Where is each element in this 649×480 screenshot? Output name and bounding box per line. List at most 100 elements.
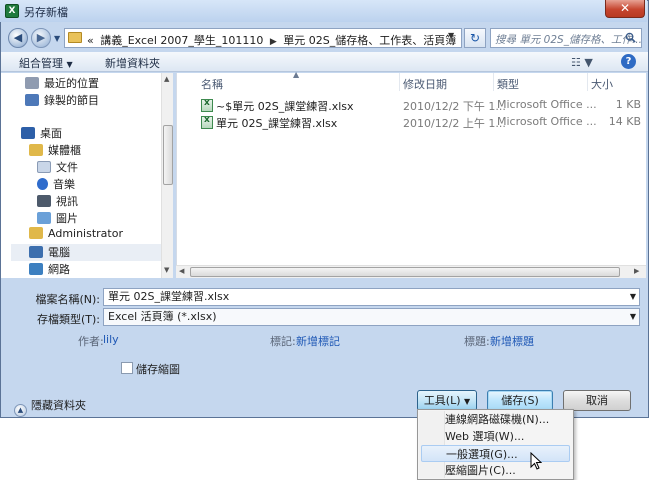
file-list-scroll-thumb[interactable] (190, 267, 620, 277)
breadcrumb-item-course[interactable]: 講義_Excel 2007_學生_101110 (100, 34, 263, 47)
breadcrumb-overflow[interactable]: « (87, 34, 94, 47)
nav-item-recorded-tv[interactable]: 錄製的節目 (25, 92, 99, 109)
file-size: 14 KB (608, 115, 641, 128)
save-button[interactable]: 儲存(S) (487, 390, 553, 411)
organize-label: 組合管理 (19, 57, 63, 70)
breadcrumb-separator-icon[interactable]: ▶ (270, 37, 277, 47)
author-field[interactable]: lily (103, 333, 119, 346)
menu-item-general-options[interactable]: 一般選項(G)... (421, 445, 570, 462)
filetype-select[interactable]: Excel 活頁簿 (*.xlsx) ▼ (103, 308, 640, 326)
menu-item-web-options[interactable]: Web 選項(W)... (421, 428, 570, 445)
nav-item-network[interactable]: 網路 (29, 261, 70, 278)
network-icon (29, 263, 43, 275)
hide-folders-button[interactable]: ▲ 隱藏資料夾 (14, 397, 86, 417)
tags-field[interactable]: 新增標記 (296, 333, 340, 349)
menu-item-map-network-drive[interactable]: 連線網路磁碟機(N)... (421, 411, 570, 428)
title-bar[interactable]: X 另存新檔 ✕ (0, 0, 647, 22)
column-divider[interactable] (399, 73, 400, 91)
scroll-right-icon[interactable]: ▶ (634, 267, 639, 275)
save-thumbnail-label[interactable]: 儲存縮圖 (136, 361, 180, 377)
search-input[interactable]: 搜尋 單元 02S_儲存格、工作... (495, 32, 642, 47)
nav-item-desktop[interactable]: 桌面 (21, 125, 62, 142)
command-bar: 組合管理 ▼ 新增資料夾 ☷ ▼ ? (1, 52, 648, 72)
column-divider[interactable] (587, 73, 588, 91)
computer-icon (29, 246, 43, 258)
nav-item-documents[interactable]: 文件 (37, 159, 78, 176)
table-row[interactable]: ~$單元 02S_課堂練習.xlsx 2010/12/2 下午 1... Mic… (201, 98, 641, 115)
column-header-size[interactable]: 大小 (591, 76, 613, 92)
chevron-down-icon[interactable]: ▼ (630, 309, 636, 325)
file-date: 2010/12/2 上午 1... (403, 117, 506, 130)
close-button[interactable]: ✕ (605, 0, 645, 18)
desktop-icon (21, 127, 35, 139)
nav-pane-scrollbar[interactable]: ▲ ▼ (161, 73, 173, 278)
back-button[interactable]: ◀ (8, 28, 28, 48)
column-divider[interactable] (493, 73, 494, 91)
forward-button[interactable]: ▶ (31, 28, 51, 48)
excel-file-icon (201, 98, 213, 112)
forward-arrow-icon: ▶ (36, 31, 46, 44)
music-icon (37, 178, 48, 190)
filetype-value: Excel 活頁簿 (*.xlsx) (108, 310, 217, 323)
address-dropdown-icon[interactable]: ▼ (448, 31, 454, 40)
nav-item-pictures[interactable]: 圖片 (37, 210, 78, 227)
menu-item-compress-pictures[interactable]: 壓縮圖片(C)... (421, 462, 570, 479)
view-options-icon[interactable]: ☷ ▼ (571, 56, 593, 69)
filename-value: 單元 02S_課堂練習.xlsx (108, 290, 230, 303)
file-size: 1 KB (615, 98, 641, 111)
mouse-pointer-icon (530, 452, 542, 470)
documents-icon (37, 161, 51, 173)
nav-item-libraries[interactable]: 媒體櫃 (29, 142, 81, 159)
refresh-button[interactable]: ↻ (464, 28, 486, 48)
scroll-down-icon[interactable]: ▼ (164, 266, 169, 274)
column-header-type[interactable]: 類型 (497, 76, 519, 92)
nav-item-computer[interactable]: 電腦 (11, 244, 161, 261)
tools-button[interactable]: 工具(L) ▼ (417, 390, 477, 411)
tools-menu: 連線網路磁碟機(N)... Web 選項(W)... 一般選項(G)... 壓縮… (417, 409, 574, 480)
title-label: 標題: (464, 335, 490, 348)
libraries-icon (29, 144, 43, 156)
nav-pane-scroll-thumb[interactable] (163, 125, 173, 185)
navigation-pane: 最近的位置 錄製的節目 桌面 媒體櫃 文件 音樂 視訊 圖片 Administr… (1, 73, 173, 278)
new-folder-button[interactable]: 新增資料夾 (105, 55, 160, 71)
file-list: 名稱 ▲ 修改日期 類型 大小 ~$單元 02S_課堂練習.xlsx 2010/… (176, 70, 646, 278)
organize-menu[interactable]: 組合管理 ▼ (19, 55, 73, 71)
file-date: 2010/12/2 下午 1... (403, 100, 506, 113)
user-folder-icon (29, 227, 43, 239)
chevron-down-icon: ▼ (66, 60, 73, 69)
nav-item-music[interactable]: 音樂 (37, 176, 75, 193)
file-list-horizontal-scrollbar[interactable]: ◀ ▶ (176, 265, 646, 278)
recorded-tv-icon (25, 94, 39, 106)
nav-item-administrator[interactable]: Administrator (29, 227, 123, 244)
save-thumbnail-checkbox[interactable] (121, 362, 133, 374)
title-field[interactable]: 新增標題 (490, 333, 534, 349)
chevron-down-icon[interactable]: ▼ (630, 289, 636, 305)
nav-item-video[interactable]: 視訊 (37, 193, 78, 210)
search-icon[interactable] (625, 32, 636, 43)
column-header-date[interactable]: 修改日期 (403, 76, 447, 92)
dialog-title: 另存新檔 (24, 6, 68, 19)
filename-label: 檔案名稱(N): (35, 293, 100, 306)
scroll-left-icon[interactable]: ◀ (179, 267, 184, 275)
history-dropdown-icon[interactable]: ▼ (54, 29, 64, 49)
file-type: Microsoft Office ... (497, 115, 597, 128)
cancel-button[interactable]: 取消 (563, 390, 631, 411)
chevron-down-icon: ▼ (464, 397, 471, 406)
pictures-icon (37, 212, 51, 224)
column-header-name[interactable]: 名稱 (201, 76, 223, 92)
table-row[interactable]: 單元 02S_課堂練習.xlsx 2010/12/2 上午 1... Micro… (201, 115, 641, 132)
video-icon (37, 195, 51, 207)
filename-input[interactable]: 單元 02S_課堂練習.xlsx ▼ (103, 288, 640, 306)
file-type: Microsoft Office ... (497, 98, 597, 111)
scroll-up-icon[interactable]: ▲ (164, 75, 169, 83)
address-bar[interactable]: « 講義_Excel 2007_學生_101110 ▶ 單元 02S_儲存格、工… (64, 28, 462, 48)
nav-item-recent-places[interactable]: 最近的位置 (25, 75, 99, 92)
sort-ascending-icon: ▲ (293, 70, 300, 79)
refresh-icon: ↻ (469, 31, 481, 45)
search-box[interactable]: 搜尋 單元 02S_儲存格、工作... (490, 28, 642, 48)
folder-icon (68, 32, 82, 43)
recent-places-icon (25, 77, 39, 89)
breadcrumb-item-unit[interactable]: 單元 02S_儲存格、工作表、活頁簿 (283, 34, 456, 47)
help-icon[interactable]: ? (621, 54, 636, 69)
chevron-up-icon: ▲ (14, 404, 27, 417)
